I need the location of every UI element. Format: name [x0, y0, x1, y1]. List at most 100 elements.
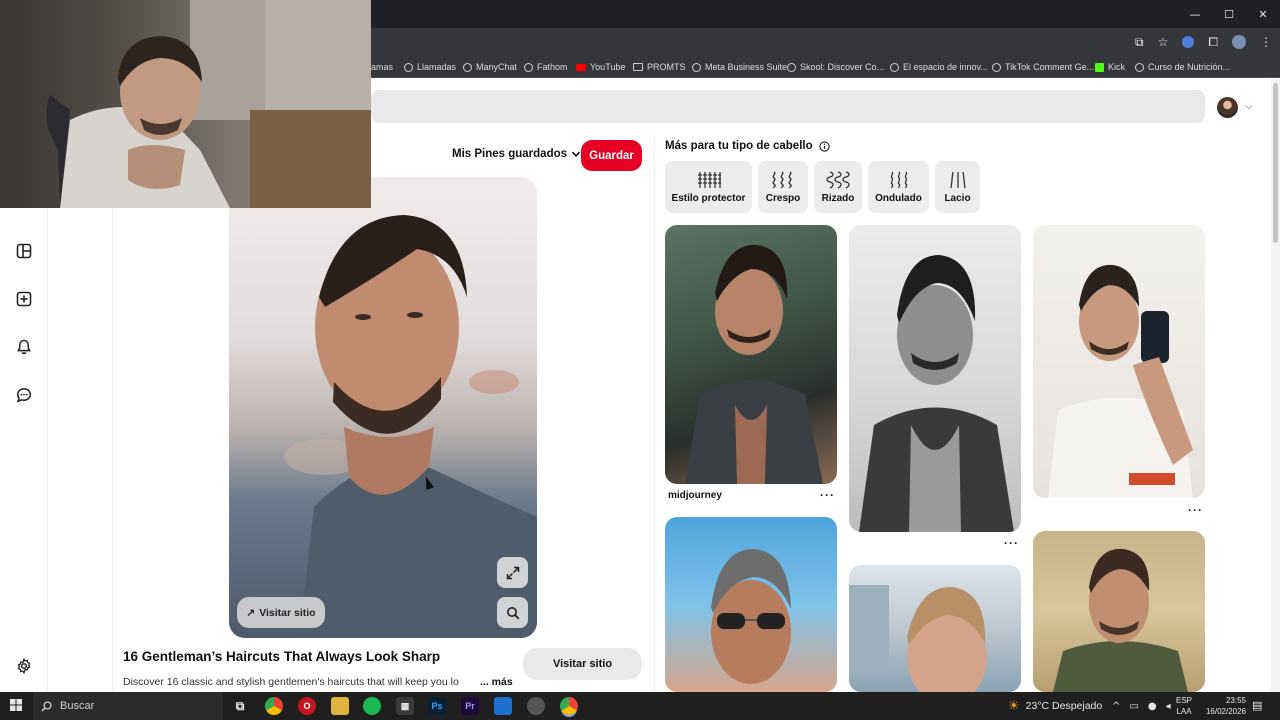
- lang-line2: LAA: [1176, 707, 1192, 716]
- photoshop-icon[interactable]: Ps: [428, 697, 446, 715]
- search-input[interactable]: [371, 90, 1205, 123]
- bookmark-item[interactable]: Kick: [1095, 56, 1125, 78]
- window-controls: — ☐ ✕: [1178, 0, 1280, 28]
- portrait-photo: [685, 244, 823, 484]
- extension-icon[interactable]: [1182, 36, 1195, 48]
- chrome-icon[interactable]: [265, 697, 283, 715]
- braids-icon: [697, 171, 721, 188]
- related-pin-image[interactable]: [1033, 225, 1205, 498]
- chip-crespo[interactable]: Crespo: [758, 161, 808, 213]
- related-pin-image[interactable]: [849, 565, 1021, 692]
- main-pin-image[interactable]: ↗ Visitar sitio: [229, 177, 537, 638]
- notifications-bell-icon[interactable]: [13, 336, 35, 358]
- display-icon[interactable]: ▭: [1129, 701, 1138, 712]
- chevron-down-icon[interactable]: ⌵: [1245, 101, 1253, 112]
- toolbar-icons: ⧉ ☆ ⧠ ⋮: [1135, 28, 1272, 56]
- globe-icon: [1135, 62, 1144, 72]
- more-options-icon[interactable]: ···: [1004, 536, 1019, 550]
- board-select[interactable]: Mis Pines guardados: [452, 148, 581, 160]
- youtube-icon: [576, 63, 586, 71]
- related-heading-text: Más para tu tipo de cabello: [665, 140, 813, 152]
- notifications-icon[interactable]: ▤: [1252, 699, 1262, 712]
- expand-icon: [506, 566, 519, 579]
- premiere-icon[interactable]: Pr: [461, 697, 479, 715]
- bookmark-item[interactable]: Llamadas: [404, 56, 456, 78]
- wavy-icon: [890, 171, 907, 188]
- chip-rizado[interactable]: Rizado: [814, 161, 862, 213]
- install-app-icon[interactable]: ⧉: [1135, 36, 1144, 48]
- clock[interactable]: 23:55 16/02/2026: [1200, 695, 1246, 717]
- bookmark-item[interactable]: TikTok Comment Ge...: [992, 56, 1094, 78]
- globe-icon: [463, 62, 472, 72]
- browser-menu-icon[interactable]: ⋮: [1260, 36, 1272, 48]
- profile-icon[interactable]: [1232, 35, 1246, 49]
- related-pin-image[interactable]: [665, 225, 837, 484]
- weather-widget[interactable]: ☀ 23°C Despejado: [1008, 692, 1102, 720]
- bookmark-item[interactable]: amas: [371, 56, 393, 78]
- visit-site-button[interactable]: Visitar sitio: [523, 648, 642, 680]
- chevron-up-icon[interactable]: ^: [1112, 701, 1120, 712]
- pin-source-label: midjourney: [668, 490, 722, 501]
- globe-icon: [890, 62, 899, 72]
- messages-icon[interactable]: [13, 384, 35, 406]
- chip-ondulado[interactable]: Ondulado: [868, 161, 929, 213]
- visit-site-overlay-button[interactable]: ↗ Visitar sitio: [237, 597, 325, 628]
- bookmark-star-icon[interactable]: ☆: [1158, 36, 1169, 48]
- visual-search-button[interactable]: [497, 597, 528, 628]
- globe-icon: [404, 62, 413, 72]
- straight-icon: [949, 171, 966, 188]
- input-language[interactable]: ESP LAA: [1176, 695, 1192, 717]
- save-button[interactable]: Guardar: [581, 140, 642, 171]
- microphone-icon[interactable]: ●: [1148, 701, 1157, 712]
- minimize-button[interactable]: —: [1178, 0, 1212, 28]
- lens-search-icon: [506, 606, 519, 619]
- kick-icon: [1095, 62, 1104, 72]
- related-pin-image[interactable]: [849, 225, 1021, 532]
- boards-icon[interactable]: [13, 240, 35, 262]
- windows-start-icon[interactable]: [10, 699, 22, 711]
- obs-icon[interactable]: [527, 697, 545, 715]
- chip-estilo-protector[interactable]: Estilo protector: [665, 161, 752, 213]
- more-options-icon[interactable]: ···: [820, 488, 835, 502]
- info-icon[interactable]: [818, 140, 830, 152]
- bookmark-item[interactable]: Meta Business Suite: [692, 56, 787, 78]
- extensions-puzzle-icon[interactable]: ⧠: [1208, 36, 1218, 48]
- bookmark-item[interactable]: Skool: Discover Co...: [787, 56, 884, 78]
- chip-label: Lacio: [944, 192, 971, 204]
- visit-site-label: Visitar sitio: [259, 606, 316, 619]
- photos-app-icon[interactable]: [494, 697, 512, 715]
- expand-button[interactable]: [497, 557, 528, 588]
- read-more-link[interactable]: ... más: [480, 676, 513, 688]
- more-options-icon[interactable]: ···: [1188, 503, 1203, 517]
- portrait-photo: [284, 215, 537, 638]
- create-icon[interactable]: [13, 288, 35, 310]
- avatar[interactable]: [1217, 97, 1238, 118]
- folder-icon: [633, 63, 643, 71]
- bookmark-item[interactable]: PROMTS: [633, 56, 686, 78]
- volume-icon[interactable]: ◂: [1166, 701, 1171, 712]
- maximize-button[interactable]: ☐: [1212, 0, 1246, 28]
- webcam-photo: [46, 0, 371, 208]
- related-pin-image[interactable]: [1033, 531, 1205, 692]
- chevron-down-icon: [571, 151, 581, 157]
- bookmark-item[interactable]: El espacio de innov...: [890, 56, 988, 78]
- related-pin-image[interactable]: [665, 517, 837, 692]
- task-view-icon[interactable]: ⧉: [231, 697, 249, 715]
- bookmark-item[interactable]: ManyChat: [463, 56, 517, 78]
- globe-icon: [992, 62, 1001, 72]
- portrait-photo: [859, 255, 1014, 532]
- bookmark-item[interactable]: YouTube: [576, 56, 625, 78]
- close-button[interactable]: ✕: [1246, 0, 1280, 28]
- taskbar-search-input[interactable]: Buscar: [33, 692, 223, 720]
- chrome-active-icon[interactable]: [560, 697, 578, 715]
- portrait-photo: [849, 585, 987, 692]
- chip-lacio[interactable]: Lacio: [935, 161, 980, 213]
- file-explorer-icon[interactable]: [331, 697, 349, 715]
- spotify-icon[interactable]: [363, 697, 381, 715]
- scrollbar-thumb[interactable]: [1273, 83, 1278, 243]
- calendar-app-icon[interactable]: ▦: [396, 697, 414, 715]
- opera-icon[interactable]: O: [298, 697, 316, 715]
- bookmark-item[interactable]: Fathom: [524, 56, 568, 78]
- settings-gear-icon[interactable]: [13, 655, 35, 677]
- bookmark-item[interactable]: Curso de Nutrición...: [1135, 56, 1230, 78]
